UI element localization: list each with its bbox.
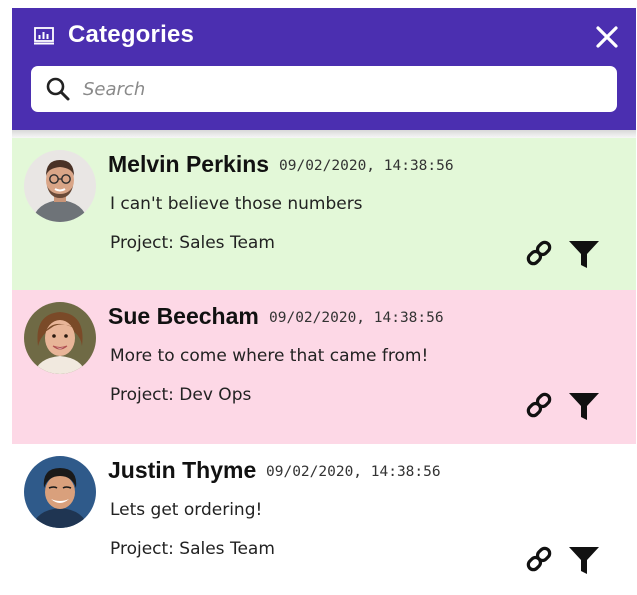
- avatar: [24, 150, 96, 222]
- comment-project: Project: Dev Ops: [110, 385, 252, 405]
- commenter-name: Melvin Perkins: [108, 151, 270, 177]
- comment-timestamp: 09/02/2020, 14:38:56: [266, 464, 441, 480]
- filter-icon[interactable]: [568, 390, 600, 422]
- filter-icon[interactable]: [568, 544, 600, 576]
- panel-header: Categories: [12, 8, 636, 130]
- link-icon[interactable]: [524, 390, 554, 420]
- comment-card: Justin Thyme 09/02/2020, 14:38:56 Lets g…: [12, 444, 636, 595]
- comment-message: Lets get ordering!: [110, 500, 263, 520]
- search-box: [31, 66, 617, 112]
- filter-icon[interactable]: [568, 238, 600, 270]
- comment-timestamp: 09/02/2020, 14:38:56: [269, 310, 444, 326]
- panel-title: Categories: [68, 21, 195, 48]
- categories-panel: Categories Search Melvin Perkins 09/02/2…: [12, 8, 636, 595]
- search-icon: [46, 77, 70, 101]
- comment-message: I can't believe those numbers: [110, 194, 363, 214]
- avatar: [24, 456, 96, 528]
- comment-project: Project: Sales Team: [110, 539, 275, 559]
- comment-project: Project: Sales Team: [110, 233, 275, 253]
- commenter-name: Justin Thyme: [108, 457, 257, 483]
- chart-icon: [34, 27, 54, 45]
- comment-card: Melvin Perkins 09/02/2020, 14:38:56 I ca…: [12, 138, 636, 290]
- comment-timestamp: 09/02/2020, 14:38:56: [279, 158, 454, 174]
- comment-card: Sue Beecham 09/02/2020, 14:38:56 More to…: [12, 290, 636, 444]
- comment-message: More to come where that came from!: [110, 346, 429, 366]
- link-icon[interactable]: [524, 238, 554, 268]
- search-input[interactable]: [83, 66, 603, 112]
- close-icon[interactable]: [594, 24, 620, 50]
- link-icon[interactable]: [524, 544, 554, 574]
- commenter-name: Sue Beecham: [108, 303, 259, 329]
- avatar: [24, 302, 96, 374]
